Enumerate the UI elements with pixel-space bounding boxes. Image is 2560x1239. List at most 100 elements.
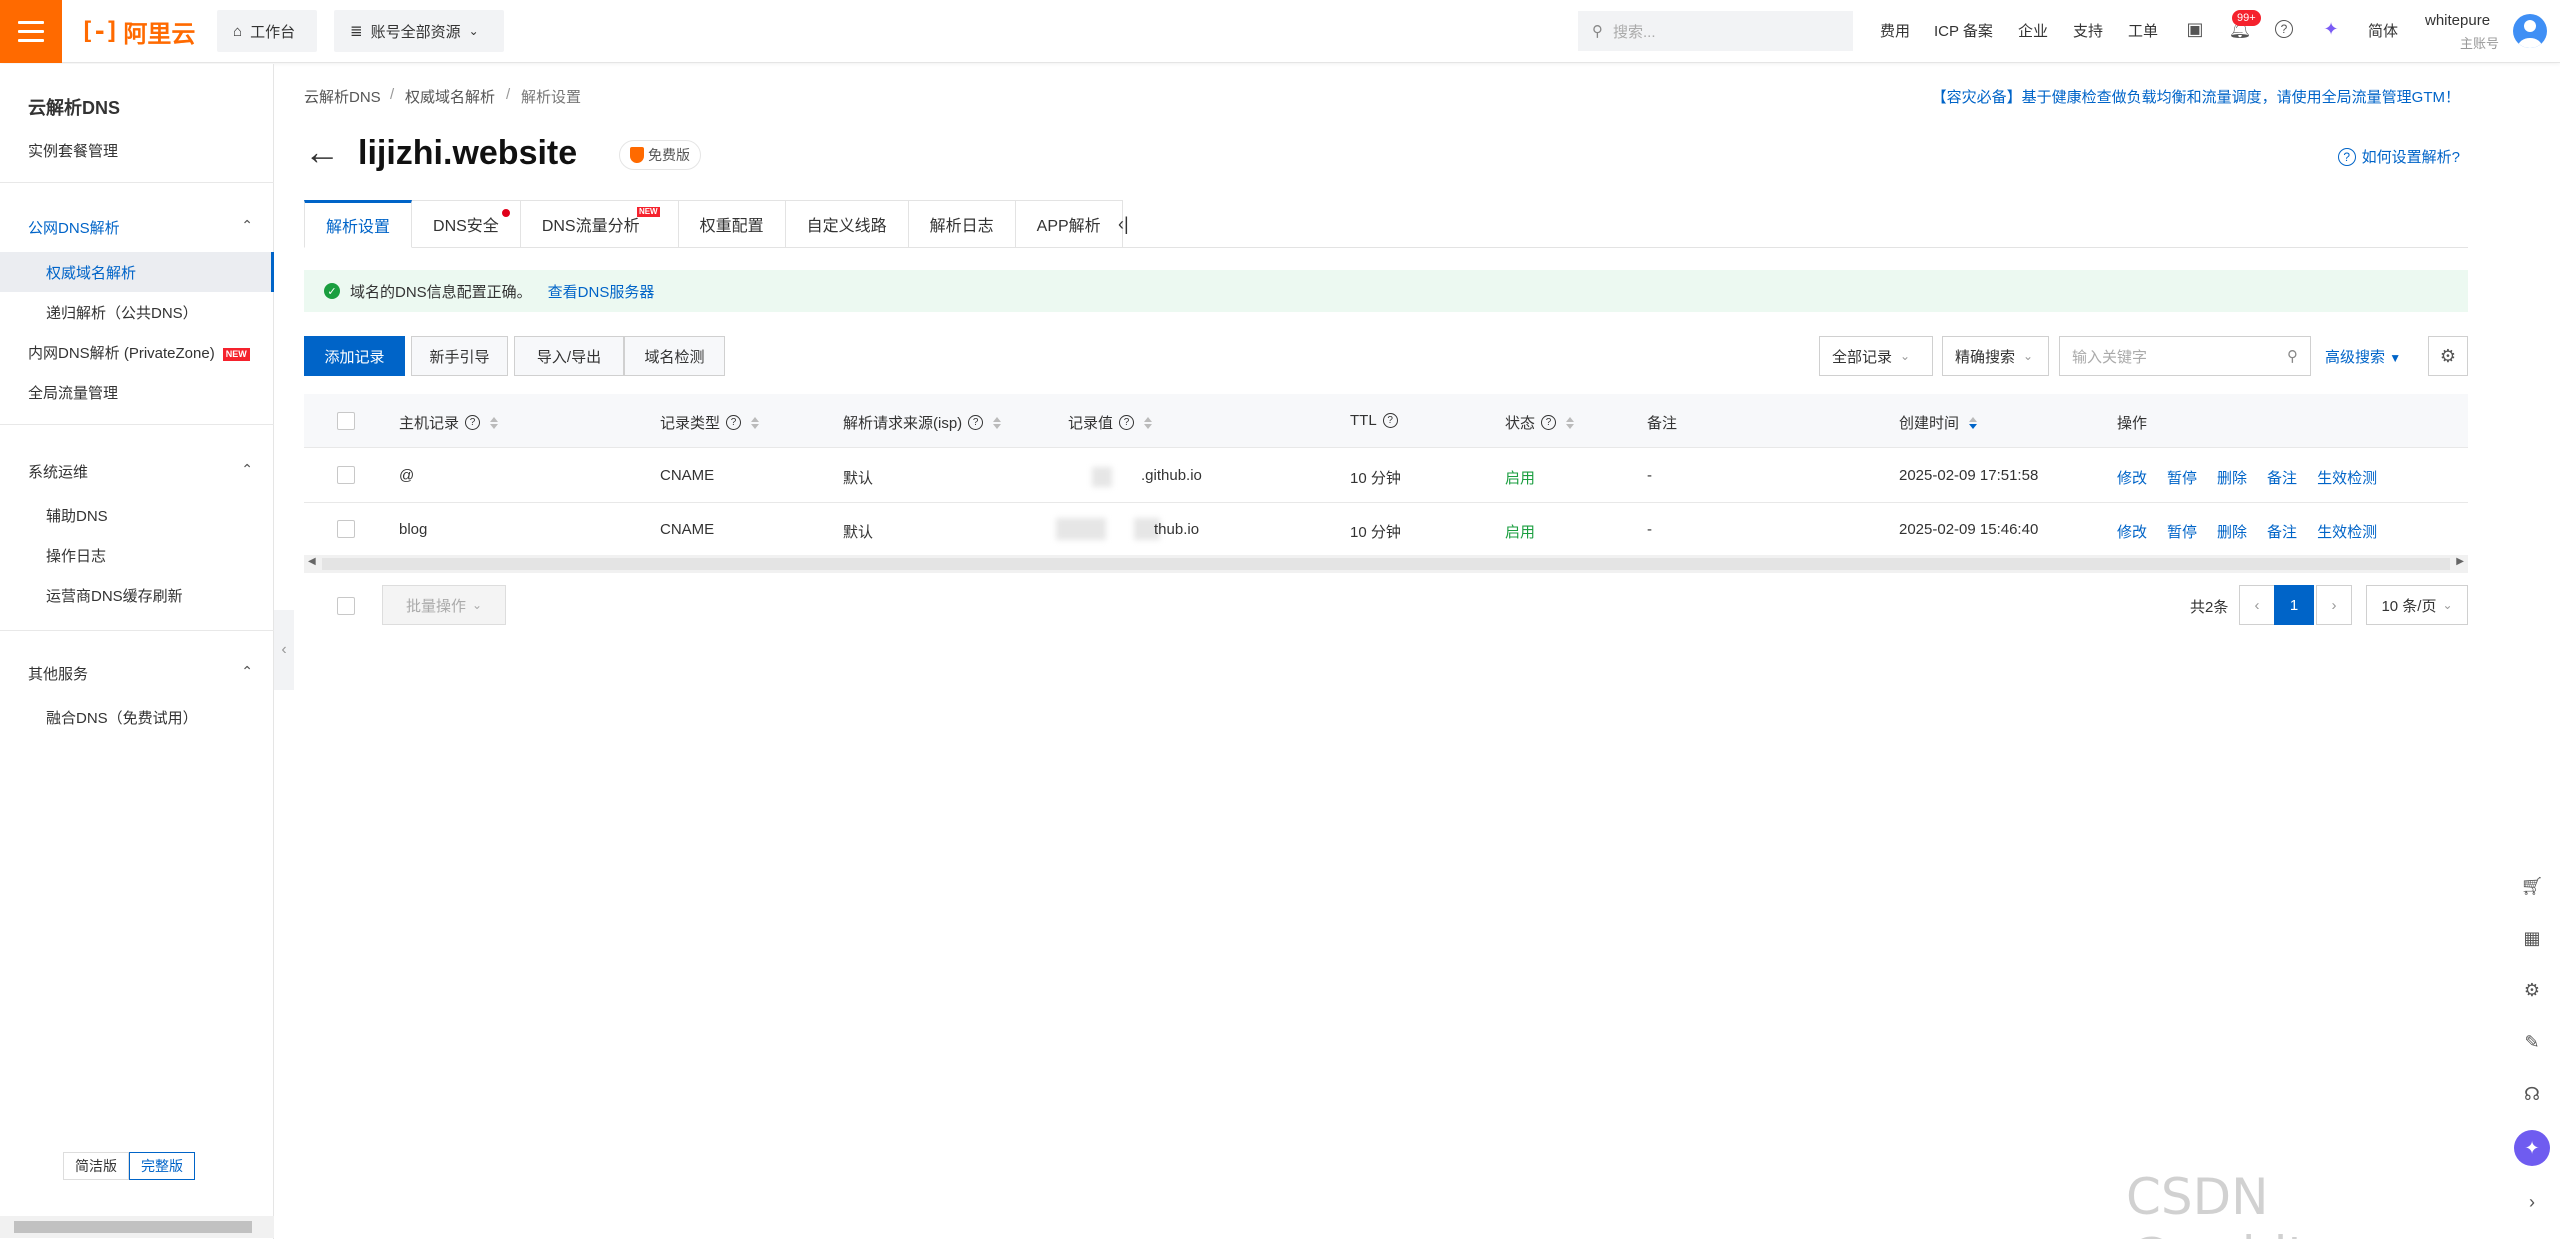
tab-custom-line[interactable]: 自定义线路 <box>786 200 909 248</box>
col-status[interactable]: 状态? <box>1505 412 1574 433</box>
verify-link[interactable]: 生效检测 <box>2317 467 2377 488</box>
nav-link-ticket[interactable]: 工单 <box>2128 20 2158 41</box>
back-arrow-icon[interactable]: ← <box>304 134 340 170</box>
status-text: 域名的DNS信息配置正确。 <box>350 281 532 302</box>
sidebar-item-recursive[interactable]: 递归解析（公共DNS） <box>46 302 198 323</box>
col-value[interactable]: 记录值? <box>1068 412 1152 433</box>
prev-page-button[interactable]: ‹ <box>2239 585 2275 625</box>
breadcrumb-item[interactable]: 权威域名解析 <box>405 86 495 107</box>
tab-dns-traffic[interactable]: DNS流量分析NEW <box>521 200 679 248</box>
hamburger-menu-icon[interactable] <box>0 0 62 63</box>
sidebar-group-other[interactable]: 其他服务 ⌃ <box>28 663 253 684</box>
sidebar-group-ops[interactable]: 系统运维 ⌃ <box>28 461 253 482</box>
sidebar-item-gtm[interactable]: 全局流量管理 <box>28 382 118 403</box>
edit-icon[interactable]: ✎ <box>2520 1030 2544 1054</box>
scroll-left-icon[interactable]: ◀ <box>308 556 316 567</box>
table-horizontal-scrollbar[interactable]: ◀ ▶ <box>304 555 2468 573</box>
mode-simple-button[interactable]: 简洁版 <box>63 1152 129 1180</box>
tab-resolve-log[interactable]: 解析日志 <box>909 200 1016 248</box>
sidebar-item-authoritative[interactable]: 权威域名解析 <box>46 262 136 283</box>
sidebar-item-privatezone[interactable]: 内网DNS解析 (PrivateZone)NEW <box>28 342 250 363</box>
pause-link[interactable]: 暂停 <box>2167 467 2197 488</box>
footer-select-all-checkbox[interactable] <box>337 597 355 615</box>
domain-detect-button[interactable]: 域名检测 <box>624 336 725 376</box>
page-number-current[interactable]: 1 <box>2274 585 2314 625</box>
view-dns-server-link[interactable]: 查看DNS服务器 <box>548 281 655 302</box>
sort-icon[interactable] <box>1969 417 1977 429</box>
sort-icon[interactable] <box>1144 417 1152 429</box>
mode-full-button[interactable]: 完整版 <box>129 1152 195 1180</box>
verify-link[interactable]: 生效检测 <box>2317 521 2377 542</box>
sidebar-item-instance[interactable]: 实例套餐管理 <box>28 140 118 161</box>
sidebar-scrollbar[interactable] <box>0 1216 274 1238</box>
sidebar-collapse-handle[interactable]: ‹ <box>274 610 294 690</box>
sidebar-item-aux-dns[interactable]: 辅助DNS <box>46 505 108 526</box>
record-filter-select[interactable]: 全部记录 ⌄ <box>1819 336 1933 376</box>
nav-link-billing[interactable]: 费用 <box>1880 20 1910 41</box>
remark-link[interactable]: 备注 <box>2267 467 2297 488</box>
nav-link-support[interactable]: 支持 <box>2073 20 2103 41</box>
headset-icon[interactable]: ☊ <box>2520 1082 2544 1106</box>
next-page-button[interactable]: › <box>2316 585 2352 625</box>
edit-link[interactable]: 修改 <box>2117 467 2147 488</box>
edit-link[interactable]: 修改 <box>2117 521 2147 542</box>
aliyun-logo[interactable]: [-] 阿里云 <box>80 14 195 48</box>
col-isp[interactable]: 解析请求来源(isp)? <box>843 412 1001 433</box>
tab-app-resolve[interactable]: APP解析 <box>1016 200 1123 248</box>
row-checkbox[interactable] <box>337 466 355 484</box>
new-tag: NEW <box>637 207 660 217</box>
user-name[interactable]: whitepure <box>2425 12 2490 29</box>
gtm-notice-link[interactable]: 【容灾必备】基于健康检查做负载均衡和流量调度，请使用全局流量管理GTM！ <box>1932 86 2460 107</box>
nav-link-enterprise[interactable]: 企业 <box>2018 20 2048 41</box>
ai-assistant-icon[interactable]: ✦ <box>2514 1130 2550 1166</box>
tab-weight-config[interactable]: 权重配置 <box>679 200 786 248</box>
col-host[interactable]: 主机记录? <box>399 412 498 433</box>
sidebar-item-isp-refresh[interactable]: 运营商DNS缓存刷新 <box>46 585 183 606</box>
search-icon[interactable]: ⚲ <box>2287 347 2298 365</box>
add-record-button[interactable]: 添加记录 <box>304 336 405 376</box>
page-size-select[interactable]: 10 条/页⌄ <box>2366 585 2468 625</box>
terminal-icon[interactable]: ▣ <box>2184 18 2206 40</box>
workbench-button[interactable]: ⌂ 工作台 <box>217 10 317 52</box>
scroll-right-icon[interactable]: ▶ <box>2456 556 2464 567</box>
cart-icon[interactable]: 🛒︎ <box>2520 874 2544 898</box>
bulk-action-button[interactable]: 批量操作⌄ <box>382 585 506 625</box>
sidebar-item-fusion-dns[interactable]: 融合DNS（免费试用） <box>46 707 198 728</box>
pause-link[interactable]: 暂停 <box>2167 521 2197 542</box>
help-setup-link[interactable]: ? 如何设置解析? <box>2338 146 2460 167</box>
select-all-checkbox[interactable] <box>337 412 355 430</box>
sort-icon[interactable] <box>490 417 498 429</box>
breadcrumb-item[interactable]: 云解析DNS <box>304 86 381 107</box>
col-type[interactable]: 记录类型? <box>660 412 759 433</box>
col-created[interactable]: 创建时间 <box>1899 412 1977 433</box>
tab-resolve-settings[interactable]: 解析设置 <box>304 200 412 248</box>
sort-icon[interactable] <box>751 417 759 429</box>
calculator-icon[interactable]: ▦ <box>2520 926 2544 950</box>
help-icon[interactable]: ? <box>2273 18 2295 40</box>
sidebar-group-public-dns[interactable]: 公网DNS解析 ⌃ <box>28 217 253 238</box>
col-remark: 备注 <box>1647 412 1677 433</box>
sidebar-item-op-log[interactable]: 操作日志 <box>46 545 106 566</box>
row-checkbox[interactable] <box>337 520 355 538</box>
tab-dns-security[interactable]: DNS安全 <box>412 200 521 248</box>
language-switch[interactable]: 简体 <box>2368 20 2398 41</box>
ai-assistant-icon[interactable]: ✦ <box>2320 18 2342 40</box>
import-export-button[interactable]: 导入/导出 <box>514 336 624 376</box>
sort-icon[interactable] <box>993 417 1001 429</box>
tab-collapse-icon[interactable]: ‹| <box>1118 214 1129 235</box>
advanced-search-toggle[interactable]: 高级搜索 ▼ <box>2325 346 2401 367</box>
delete-link[interactable]: 删除 <box>2217 521 2247 542</box>
nav-link-icp[interactable]: ICP 备案 <box>1934 20 1993 41</box>
global-search-input[interactable]: ⚲ 搜索... <box>1578 11 1853 51</box>
avatar[interactable] <box>2513 14 2547 48</box>
delete-link[interactable]: 删除 <box>2217 467 2247 488</box>
resources-dropdown[interactable]: ≣ 账号全部资源 ⌄ <box>334 10 504 52</box>
remark-link[interactable]: 备注 <box>2267 521 2297 542</box>
cell-value: thub.io <box>1154 521 1199 538</box>
sort-icon[interactable] <box>1566 417 1574 429</box>
settings-icon[interactable]: ⚙ <box>2520 978 2544 1002</box>
keyword-input[interactable]: 输入关键字 ⚲ <box>2059 336 2311 376</box>
search-mode-select[interactable]: 精确搜索 ⌄ <box>1942 336 2049 376</box>
guide-button[interactable]: 新手引导 <box>411 336 508 376</box>
gear-icon[interactable]: ⚙ <box>2428 336 2468 376</box>
